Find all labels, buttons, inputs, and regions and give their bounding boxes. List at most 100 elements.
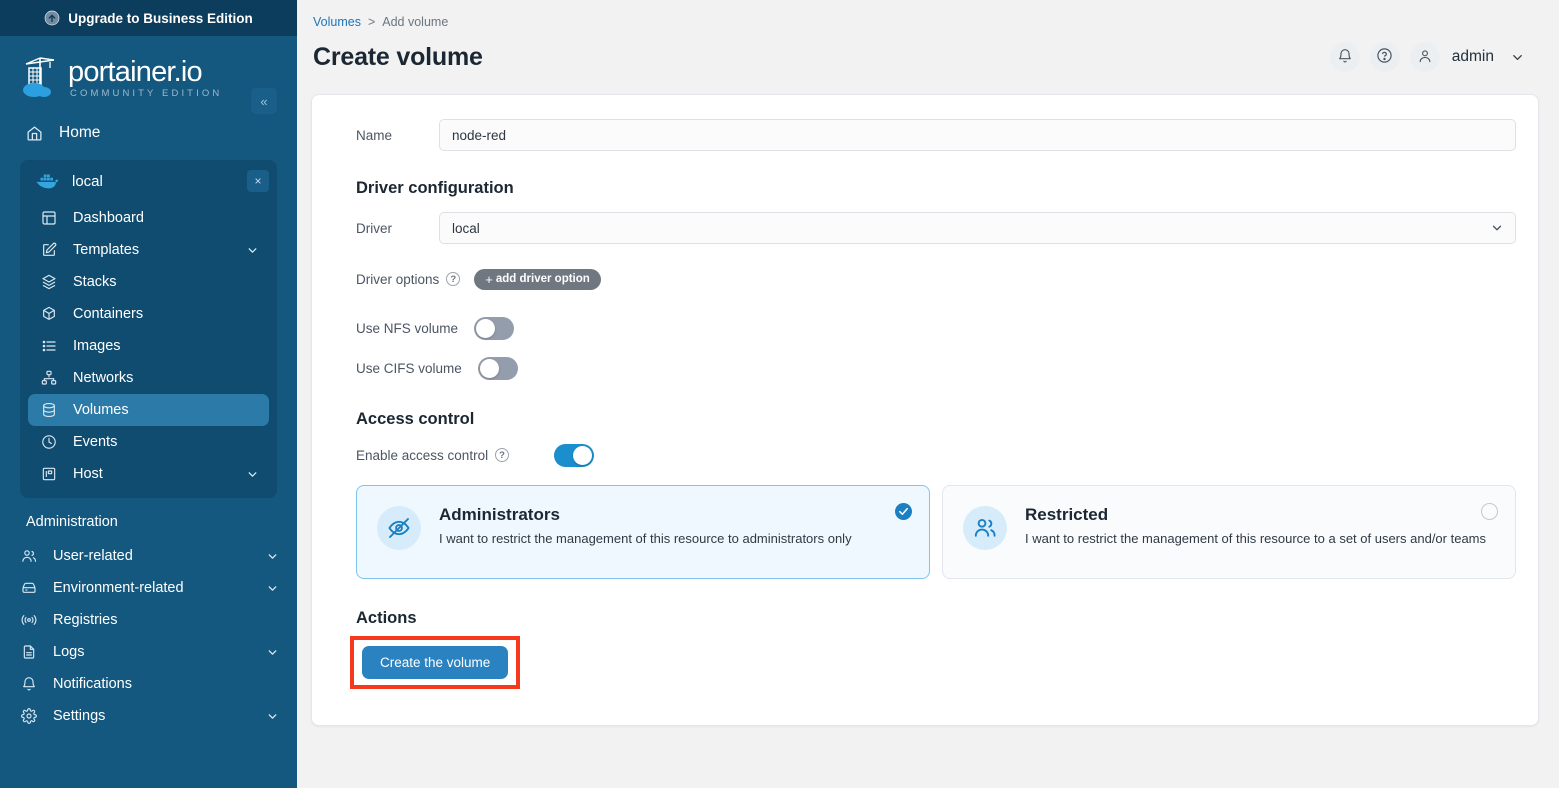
driver-configuration-title: Driver configuration <box>334 179 1516 198</box>
sidebar-label: Stacks <box>73 274 259 290</box>
stacks-icon <box>40 274 57 291</box>
page-title: Create volume <box>313 43 483 72</box>
use-nfs-volume-toggle[interactable] <box>474 317 514 340</box>
breadcrumb: Volumes > Add volume <box>313 14 1539 30</box>
templates-icon <box>40 242 57 259</box>
help-button[interactable] <box>1370 42 1400 72</box>
title-row: Create volume <box>313 42 1539 72</box>
users-icon <box>20 548 37 565</box>
driver-select[interactable]: local <box>439 212 1516 244</box>
user-area: admin <box>1330 42 1539 72</box>
sidebar-label: Events <box>73 434 259 450</box>
networks-icon <box>40 370 57 387</box>
sidebar-item-containers[interactable]: Containers <box>28 298 269 330</box>
access-option-title: Restricted <box>1025 504 1486 526</box>
chevron-down-icon <box>246 244 259 257</box>
upgrade-to-business-banner[interactable]: Upgrade to Business Edition <box>0 0 297 36</box>
main-content: Volumes > Add volume Create volume <box>297 0 1559 788</box>
notifications-button[interactable] <box>1330 42 1360 72</box>
environment-name: local <box>72 173 247 190</box>
user-menu-chevron-down-icon[interactable] <box>1510 50 1525 65</box>
portainer-logo[interactable]: portainer.io COMMUNITY EDITION « <box>0 36 297 116</box>
sidebar-label: Templates <box>73 242 246 258</box>
toggle-knob <box>573 446 592 465</box>
sidebar-item-events[interactable]: Events <box>28 426 269 458</box>
environment-header[interactable]: local × <box>20 160 277 202</box>
volume-name-input[interactable] <box>439 119 1516 151</box>
sidebar-item-environment-related[interactable]: Environment-related <box>8 572 289 604</box>
create-volume-form-card: Name Driver configuration Driver local <box>311 94 1539 726</box>
driver-options-label: Driver options <box>356 272 439 287</box>
sidebar-item-logs[interactable]: Logs <box>8 636 289 668</box>
sidebar-label: Settings <box>53 708 266 724</box>
enable-access-control-label-group: Enable access control ? <box>356 448 509 463</box>
upgrade-banner-label: Upgrade to Business Edition <box>68 11 253 26</box>
bell-icon <box>1337 48 1353 67</box>
sidebar-label: Logs <box>53 644 266 660</box>
double-chevron-left-icon: « <box>260 94 267 109</box>
driver-options-row: Driver options ? + add driver option <box>334 262 1516 296</box>
cifs-label: Use CIFS volume <box>356 361 462 376</box>
sidebar-item-user-related[interactable]: User-related <box>8 540 289 572</box>
toggle-knob <box>480 359 499 378</box>
sidebar-item-volumes[interactable]: Volumes <box>28 394 269 426</box>
access-option-administrators[interactable]: Administrators I want to restrict the ma… <box>356 485 930 579</box>
access-option-description: I want to restrict the management of thi… <box>1025 530 1486 547</box>
breadcrumb-separator: > <box>368 15 375 29</box>
administration-nav-list: User-related Environment-related <box>0 540 297 732</box>
volumes-icon <box>40 402 57 419</box>
access-control-title: Access control <box>334 410 1516 429</box>
question-circle-icon <box>1376 47 1393 67</box>
driver-label: Driver <box>334 221 439 236</box>
chevron-down-icon <box>266 582 279 595</box>
chevron-down-icon <box>266 710 279 723</box>
create-volume-highlight-box: Create the volume <box>350 636 520 689</box>
events-icon <box>40 434 57 451</box>
sidebar-label: Dashboard <box>73 210 259 226</box>
sidebar-item-registries[interactable]: Registries <box>8 604 289 636</box>
close-environment-button[interactable]: × <box>247 170 269 192</box>
sidebar-label: Environment-related <box>53 580 266 596</box>
enable-access-control-toggle[interactable] <box>554 444 594 467</box>
radio-circle-icon <box>1481 503 1498 520</box>
access-option-restricted[interactable]: Restricted I want to restrict the manage… <box>942 485 1516 579</box>
question-circle-icon[interactable]: ? <box>495 448 509 462</box>
eye-off-icon <box>377 506 421 550</box>
arrow-up-circle-icon <box>44 10 60 26</box>
sidebar-item-dashboard[interactable]: Dashboard <box>28 202 269 234</box>
sidebar-label: Containers <box>73 306 259 322</box>
images-icon <box>40 338 57 355</box>
collapse-sidebar-button[interactable]: « <box>251 88 277 114</box>
access-control-options: Administrators I want to restrict the ma… <box>334 485 1516 579</box>
sidebar-item-home[interactable]: Home <box>0 116 297 150</box>
sidebar-item-notifications[interactable]: Notifications <box>8 668 289 700</box>
containers-icon <box>40 306 57 323</box>
access-option-description: I want to restrict the management of thi… <box>439 530 852 547</box>
gear-icon <box>20 708 37 725</box>
sidebar-item-settings[interactable]: Settings <box>8 700 289 732</box>
sidebar-item-images[interactable]: Images <box>28 330 269 362</box>
close-icon: × <box>254 174 261 188</box>
chevron-down-icon <box>266 646 279 659</box>
sidebar-home-label: Home <box>59 124 100 142</box>
dashboard-icon <box>40 210 57 227</box>
question-circle-icon[interactable]: ? <box>446 272 460 286</box>
enable-access-control-label: Enable access control <box>356 448 488 463</box>
sidebar-label: Host <box>73 466 246 482</box>
host-icon <box>40 466 57 483</box>
sidebar-item-networks[interactable]: Networks <box>28 362 269 394</box>
actions-title: Actions <box>334 609 1516 628</box>
sidebar-label: User-related <box>53 548 266 564</box>
create-the-volume-button[interactable]: Create the volume <box>362 646 508 679</box>
driver-field-row: Driver local <box>334 212 1516 244</box>
driver-options-label-group: Driver options ? <box>356 272 460 287</box>
sidebar-item-host[interactable]: Host <box>28 458 269 490</box>
add-driver-option-button[interactable]: + add driver option <box>474 269 601 290</box>
avatar[interactable] <box>1410 42 1440 72</box>
toggle-knob <box>476 319 495 338</box>
sidebar-item-stacks[interactable]: Stacks <box>28 266 269 298</box>
sidebar-item-templates[interactable]: Templates <box>28 234 269 266</box>
breadcrumb-volumes-link[interactable]: Volumes <box>313 15 361 29</box>
use-cifs-volume-toggle[interactable] <box>478 357 518 380</box>
users-icon <box>963 506 1007 550</box>
